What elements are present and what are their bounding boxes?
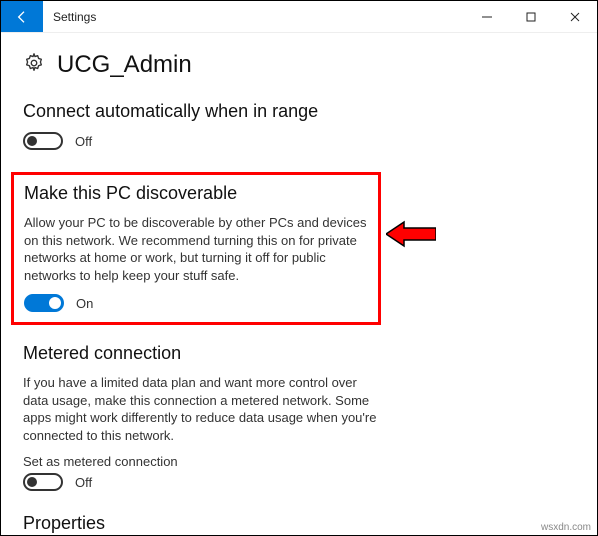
titlebar-spacer — [106, 1, 465, 32]
section-metered: Metered connection If you have a limited… — [23, 343, 575, 491]
titlebar: Settings — [1, 1, 597, 33]
auto-connect-toggle-row: Off — [23, 132, 575, 150]
window-title: Settings — [43, 1, 106, 32]
watermark: wsxdn.com — [541, 522, 591, 533]
arrow-annotation — [386, 219, 436, 249]
metered-sublabel: Set as metered connection — [23, 454, 575, 469]
discoverable-description: Allow your PC to be discoverable by othe… — [24, 214, 368, 284]
metered-toggle-row: Off — [23, 473, 575, 491]
discoverable-title: Make this PC discoverable — [24, 183, 368, 204]
metered-title: Metered connection — [23, 343, 575, 364]
back-button[interactable] — [1, 1, 43, 32]
metered-description: If you have a limited data plan and want… — [23, 374, 383, 444]
minimize-button[interactable] — [465, 1, 509, 32]
properties-title: Properties — [23, 513, 575, 534]
discoverable-toggle-label: On — [76, 296, 93, 311]
page-header: UCG_Admin — [23, 51, 575, 79]
gear-icon — [23, 52, 45, 79]
discoverable-toggle-row: On — [24, 294, 368, 312]
content-area: UCG_Admin Connect automatically when in … — [1, 33, 597, 534]
auto-connect-title: Connect automatically when in range — [23, 101, 575, 122]
page-title: UCG_Admin — [57, 51, 192, 79]
metered-toggle[interactable] — [23, 473, 63, 491]
close-button[interactable] — [553, 1, 597, 32]
discoverable-toggle[interactable] — [24, 294, 64, 312]
highlight-discoverable: Make this PC discoverable Allow your PC … — [11, 172, 381, 325]
auto-connect-toggle-label: Off — [75, 134, 92, 149]
section-properties: Properties — [23, 513, 575, 534]
maximize-button[interactable] — [509, 1, 553, 32]
metered-toggle-label: Off — [75, 475, 92, 490]
section-auto-connect: Connect automatically when in range Off — [23, 101, 575, 150]
auto-connect-toggle[interactable] — [23, 132, 63, 150]
